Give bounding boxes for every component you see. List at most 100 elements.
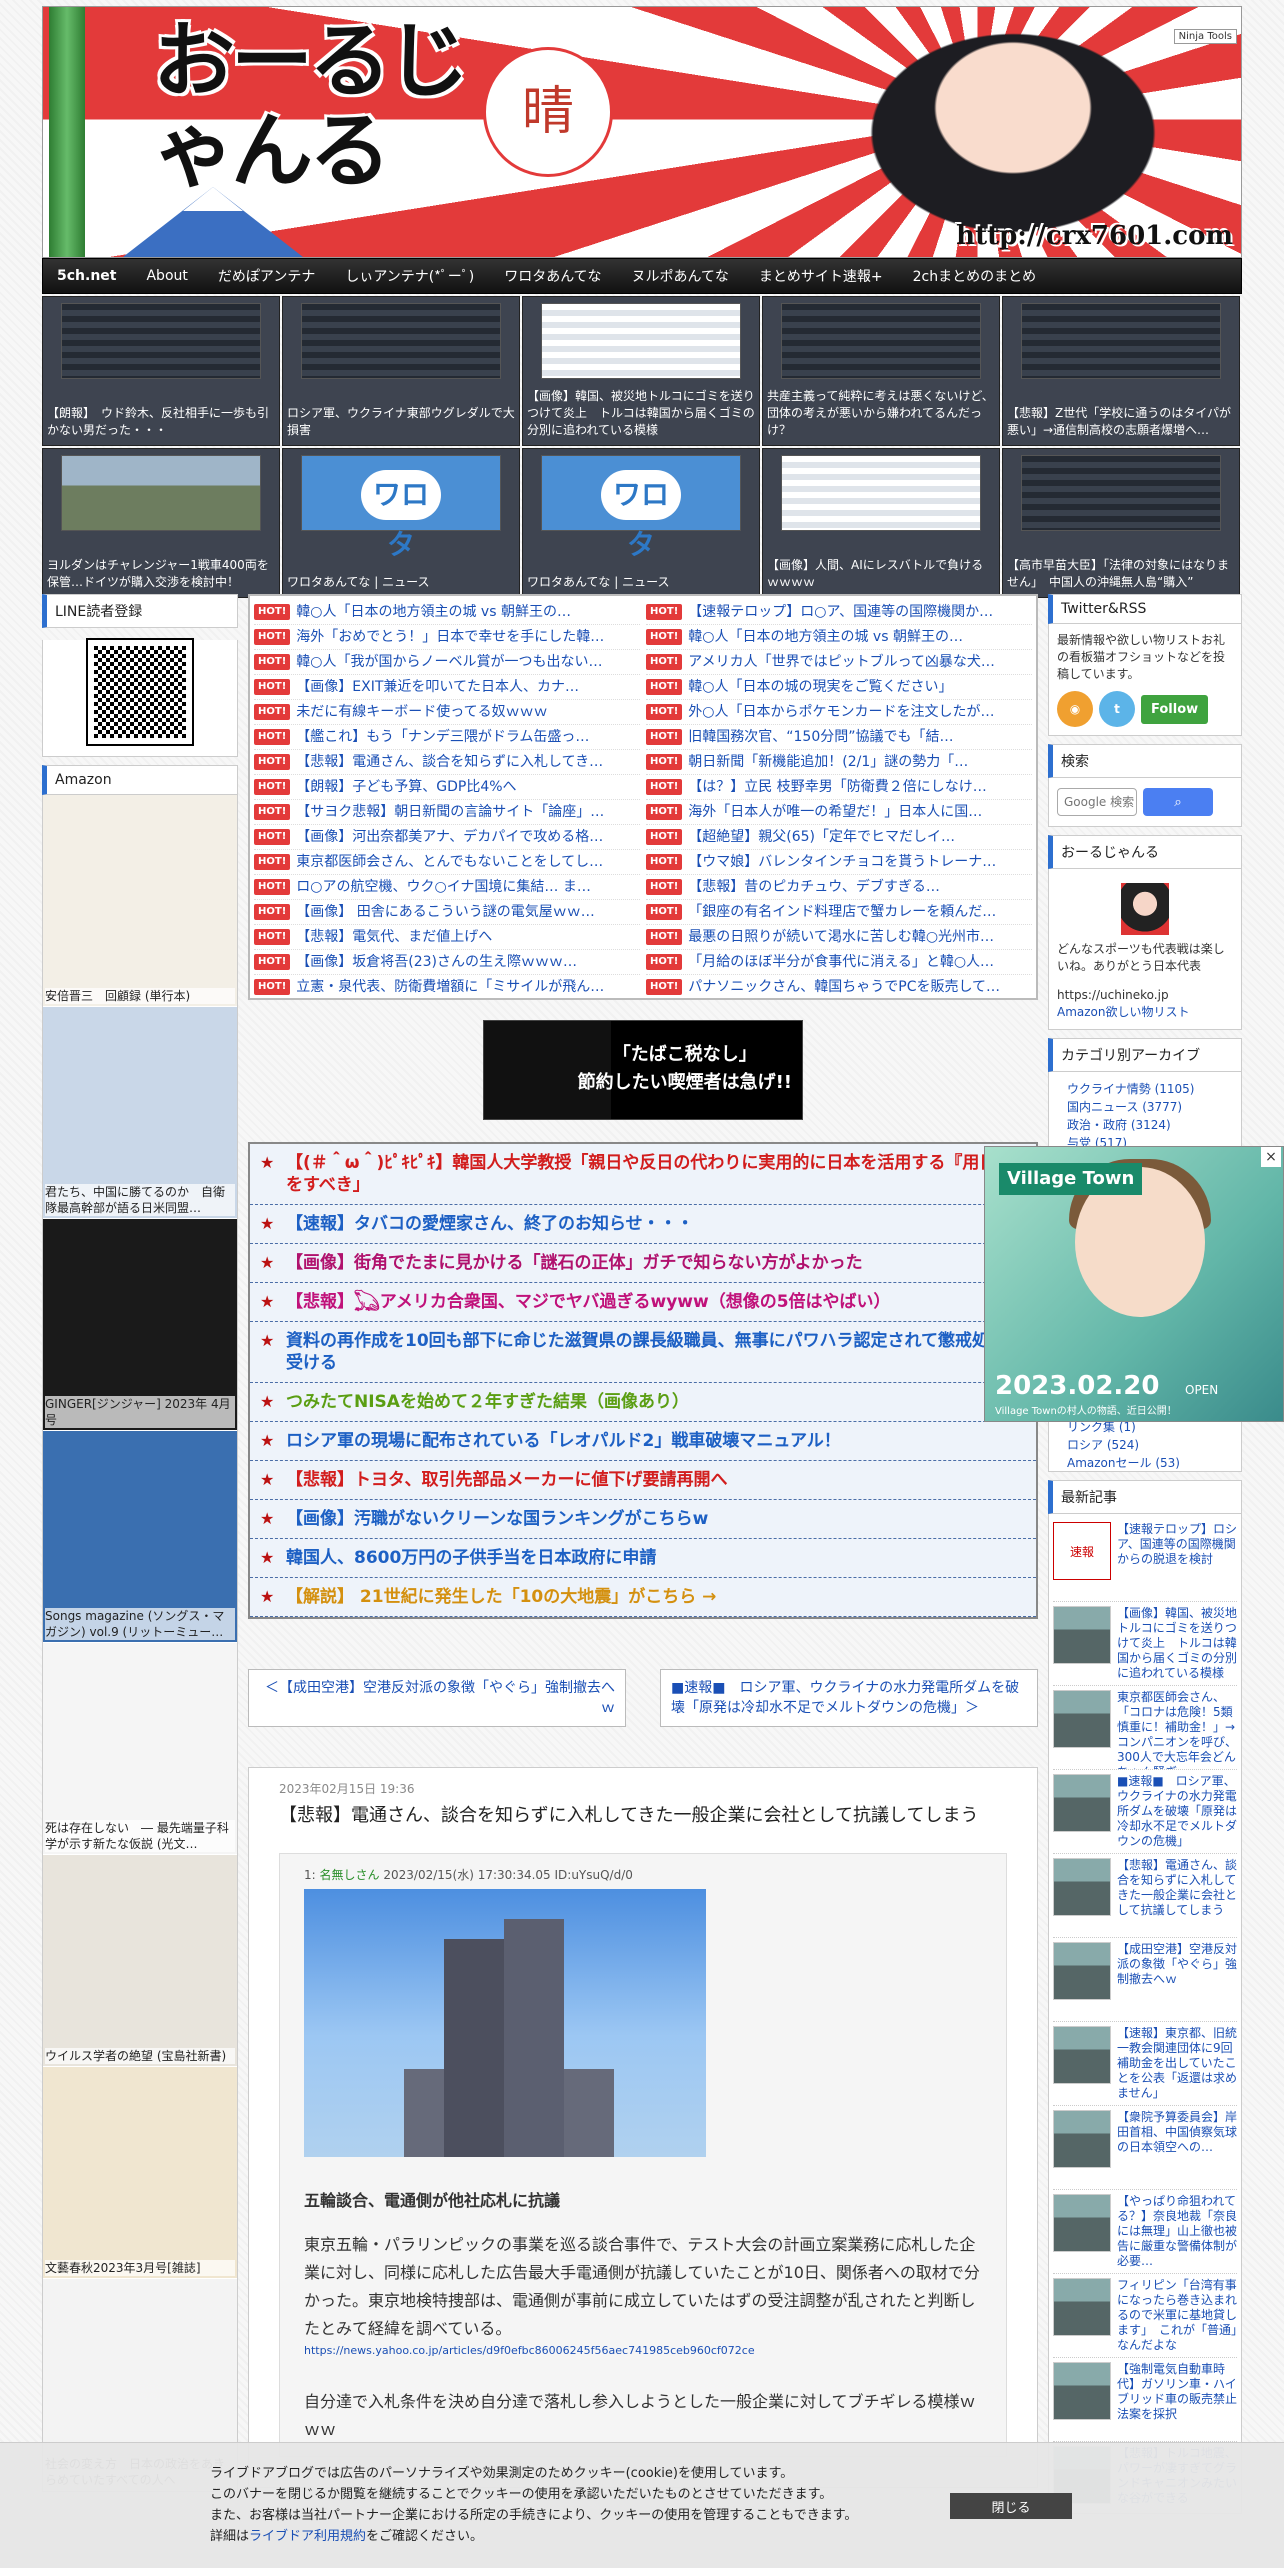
antenna-link[interactable]: 【サヨク悲報】朝日新聞の言論サイト「論座」…	[296, 804, 604, 820]
close-icon[interactable]: ×	[1261, 1147, 1281, 1167]
antenna-link[interactable]: 外○人「日本からポケモンカードを注文したが…	[688, 704, 994, 720]
rss-icon[interactable]: ◉	[1057, 691, 1093, 727]
category-link[interactable]: 政治・政府 (3124)	[1067, 1118, 1171, 1132]
recent-article-link[interactable]: 【衆院予算委員会】岸田首相、中国偵察気球の日本領空への…	[1117, 2110, 1237, 2185]
recent-thumb[interactable]	[1053, 1690, 1111, 1748]
rss-link[interactable]: 【速報】タバコの愛煙家さん、終了のお知らせ・・・	[286, 1214, 694, 1234]
recent-article-link[interactable]: 【悲報】電通さん、談合を知らずに入札してきた一般企業に会社として抗議してしまう	[1117, 1858, 1237, 1933]
terms-link[interactable]: ライブドア利用規約	[249, 2529, 366, 2544]
antenna-link[interactable]: 【画像】河出奈都美アナ、デカパイで攻める格…	[296, 829, 603, 845]
antenna-link[interactable]: 朝日新聞「新機能追加！(2/1」謎の勢力「…	[688, 754, 968, 770]
recent-article-link[interactable]: 【速報】東京都、旧統一教会関連団体に9回補助金を出していたことを公表「返還は求め…	[1117, 2026, 1237, 2101]
recent-thumb[interactable]	[1053, 2110, 1111, 2168]
antenna-link[interactable]: ロ○アの航空機、ウク○イナ国境に集結… ま…	[296, 879, 591, 895]
category-link[interactable]: Amazonセール (53)	[1067, 1456, 1180, 1470]
post-source-link[interactable]: https://news.yahoo.co.jp/articles/d9f0ef…	[304, 2344, 755, 2357]
nav-item-about[interactable]: About	[146, 268, 187, 284]
amazon-product[interactable]: GINGER[ジンジャー] 2023年 4月号	[43, 1219, 237, 1431]
rss-link[interactable]: 【画像】汚職がないクリーンな国ランキングがこちらw	[286, 1509, 708, 1529]
antenna-link[interactable]: 【は？】立民 枝野幸男「防衛費２倍にしなけ…	[688, 779, 986, 795]
antenna-link[interactable]: 「銀座の有名インド料理店で蟹カレーを頼んだ…	[688, 904, 996, 920]
category-link[interactable]: リンク集 (1)	[1067, 1420, 1136, 1434]
recent-article-link[interactable]: ■速報■ ロシア軍、ウクライナの水力発電所ダムを破壊「原発は冷却水不足でメルトダ…	[1117, 1774, 1237, 1849]
antenna-link[interactable]: 【悲報】電気代、まだ値上げへ	[296, 929, 492, 945]
nav-item-2ch-matome[interactable]: 2chまとめのまとめ	[913, 266, 1036, 286]
twitter-icon[interactable]: t	[1099, 691, 1135, 727]
antenna-link[interactable]: 海外「おめでとう！」日本で幸せを手にした韓…	[296, 629, 604, 645]
rss-link[interactable]: 【解説】 21世紀に発生した「10の大地震」がこちら →	[286, 1587, 716, 1607]
antenna-link[interactable]: 【画像】EXIT兼近を叩いてた日本人、カナ…	[296, 679, 579, 695]
antenna-link[interactable]: 韓○人「日本の城の現実をご覧ください」	[688, 679, 952, 695]
antenna-thumb[interactable]: 共産主義って純粋に考えは悪くないけど、団体の考えが悪いから嫌われてるんだっけ？	[762, 296, 1000, 446]
antenna-link[interactable]: 立憲・泉代表、防衛費増額に「ミサイルが飛ん…	[296, 979, 604, 995]
amazon-product[interactable]: 安倍晋三 回顧録 (単行本)	[43, 795, 237, 1007]
recent-article-link[interactable]: 【強制電気自動車時代】ガソリン車・ハイブリッド車の販売禁止法案を採択	[1117, 2362, 1237, 2437]
nav-item-5ch[interactable]: 5ch.net	[57, 268, 116, 284]
wishlist-link[interactable]: Amazon欲しい物リスト	[1057, 1005, 1190, 1019]
antenna-link[interactable]: 韓○人「日本の地方領主の城 vs 朝鮮王の…	[688, 629, 963, 645]
antenna-link[interactable]: 【速報テロップ】ロ○ア、国連等の国際機関か…	[688, 604, 993, 620]
recent-article-link[interactable]: 東京都医師会さん、「コロナは危険！5類慎重に！補助金！」→コンパニオンを呼び、3…	[1117, 1690, 1237, 1769]
antenna-thumb[interactable]: ワロタ ワロタあんてな | ニュース	[522, 448, 760, 598]
site-header-banner[interactable]: おーるじゃんる 晴 Ninja Tools http://crx7601.com	[42, 6, 1242, 258]
antenna-link[interactable]: 【画像】坂倉将吾(23)さんの生え際ｗｗｗ…	[296, 954, 577, 970]
antenna-thumb[interactable]: ヨルダンはチャレンジャー1戦車400両を保管…ドイツが購入交渉を検討中！	[42, 448, 280, 598]
search-input[interactable]	[1057, 788, 1137, 816]
antenna-link[interactable]: 海外「日本人が唯一の希望だ！」日本人に国…	[688, 804, 982, 820]
recent-article-link[interactable]: 【画像】韓国、被災地トルコにゴミを送りつけて炎上 トルコは韓国から届くゴミの分別…	[1117, 1606, 1237, 1681]
antenna-link[interactable]: 【艦これ】もう「ナンデ三隈がドラム缶盛っ…	[296, 729, 589, 745]
recent-thumb[interactable]	[1053, 1774, 1111, 1832]
recent-article-link[interactable]: 【やっぱり命狙われてる？】奈良地裁「奈良には無理」山上徹也被告に厳重な警備体制が…	[1117, 2194, 1237, 2269]
line-qr-code[interactable]	[86, 638, 194, 746]
nav-item-nurupo[interactable]: ヌルポあんてな	[632, 266, 729, 286]
tobacco-ad-banner[interactable]: 「たばこ税なし」 節約したい喫煙者は急げ!!	[483, 1020, 803, 1120]
nav-item-matome-sokuho[interactable]: まとめサイト速報+	[759, 266, 883, 286]
category-link[interactable]: 国内ニュース (3777)	[1067, 1100, 1182, 1114]
antenna-link[interactable]: アメリカ人「世界ではピットブルって凶暴な犬…	[688, 654, 995, 670]
antenna-link[interactable]: 旧韓国務次官、“150分問”協議でも「結…	[688, 729, 953, 745]
amazon-product[interactable]: 文藝春秋2023年3月号[雑誌]	[43, 2067, 237, 2279]
recent-thumb[interactable]	[1053, 2362, 1111, 2420]
antenna-thumb[interactable]: 【悲報】Z世代「学校に通うのはタイパが悪い」→通信制高校の志願者爆増へ…	[1002, 296, 1240, 446]
antenna-link[interactable]: 【画像】 田舎にあるこういう謎の電気屋ｗｗ…	[296, 904, 594, 920]
recent-thumb[interactable]	[1053, 2194, 1111, 2252]
amazon-product[interactable]: Songs magazine (ソングス・マガジン) vol.9 (リットーミュ…	[43, 1431, 237, 1643]
antenna-link[interactable]: 韓○人「我が国からノーベル賞が一つも出ない…	[296, 654, 602, 670]
amazon-product[interactable]: 君たち、中国に勝てるのか 自衛隊最高幹部が語る日米同盟…	[43, 1007, 237, 1219]
antenna-link[interactable]: 韓○人「日本の地方領主の城 vs 朝鮮王の…	[296, 604, 571, 620]
recent-article-link[interactable]: 【成田空港】空港反対派の象徴「やぐら」強制撤去へｗ	[1117, 1942, 1237, 2017]
recent-thumb[interactable]	[1053, 2026, 1111, 2084]
nav-item-damepo[interactable]: だめぽアンテナ	[218, 266, 315, 286]
recent-article-link[interactable]: フィリピン「台湾有事になったら巻き込まれるので米軍に基地貸します」 これが「普通…	[1117, 2278, 1237, 2353]
antenna-link[interactable]: 「月給のほぼ半分が食事代に消える」と韓○人…	[688, 954, 994, 970]
category-link[interactable]: ロシア (524)	[1067, 1438, 1139, 1452]
rss-link[interactable]: 【(＃＾ω＾)ﾋﾟｷﾋﾟｷ】韓国人大学教授「親日や反日の代わりに実用的に日本を活…	[286, 1153, 1013, 1195]
nav-item-warota[interactable]: ワロタあんてな	[504, 266, 601, 286]
site-logo[interactable]: おーるじゃんる	[153, 17, 473, 197]
rss-link[interactable]: 【悲報】𓆏アメリカ合衆国、マジでヤバ過ぎるwyww（想像の5倍はやばい）	[286, 1292, 891, 1312]
recent-article-link[interactable]: 【速報テロップ】ロシア、国連等の国際機関からの脱退を検討	[1117, 1522, 1237, 1597]
rss-link[interactable]: 資料の再作成を10回も部下に命じた滋賀県の課長級職員、無事にパワハラ認定されて懲…	[286, 1331, 1023, 1373]
rss-link[interactable]: 韓国人、8600万円の子供手当を日本政府に申請	[286, 1548, 656, 1568]
recent-thumb[interactable]	[1053, 1858, 1111, 1916]
follow-button[interactable]: Follow	[1141, 694, 1209, 724]
next-article-link[interactable]: ■速報■ ロシア軍、ウクライナの水力発電所ダムを破壊「原発は冷却水不足でメルトダ…	[660, 1669, 1038, 1727]
antenna-link[interactable]: 東京都医師会さん、とんでもないことをしてし…	[296, 854, 603, 870]
amazon-product[interactable]: ウイルス学者の絶望 (宝島社新書)	[43, 1855, 237, 2067]
village-town-floating-ad[interactable]: Village Town 2023.02.20 OPEN Village Tow…	[984, 1146, 1284, 1422]
antenna-link[interactable]: 【超絶望】親父(65)「定年でヒマだしイ…	[688, 829, 955, 845]
antenna-thumb[interactable]: 【画像】人間、AIにレスバトルで負けるｗｗｗｗ	[762, 448, 1000, 598]
nav-item-shii[interactable]: しぃアンテナ(*ﾟーﾟ)	[345, 266, 474, 286]
antenna-thumb[interactable]: 【朗報】 ウド鈴木、反社相手に一歩も引かない男だった・・・	[42, 296, 280, 446]
search-button[interactable]: ⌕	[1143, 788, 1213, 816]
amazon-product[interactable]: 死は存在しない ― 最先端量子科学が示す新たな仮説 (光文…	[43, 1643, 237, 1855]
prev-article-link[interactable]: ＜【成田空港】空港反対派の象徴「やぐら」強制撤去へｗ	[248, 1669, 626, 1727]
recent-thumb[interactable]	[1053, 1942, 1111, 2000]
recent-thumb[interactable]	[1053, 1606, 1111, 1664]
rss-link[interactable]: ロシア軍の現場に配布されている「レオパルド2」戦車破壊マニュアル！	[286, 1431, 841, 1451]
antenna-link[interactable]: パナソニックさん、韓国ちゃうでPCを販売して…	[688, 979, 1000, 995]
antenna-thumb[interactable]: 【画像】韓国、被災地トルコにゴミを送りつけて炎上 トルコは韓国から届くゴミの分別…	[522, 296, 760, 446]
ninja-tools-badge[interactable]: Ninja Tools	[1173, 29, 1237, 44]
antenna-thumb[interactable]: ロシア軍、ウクライナ東部ウグレダルで大損害	[282, 296, 520, 446]
antenna-link[interactable]: 【朗報】子ども予算、GDP比4%へ	[296, 779, 516, 795]
